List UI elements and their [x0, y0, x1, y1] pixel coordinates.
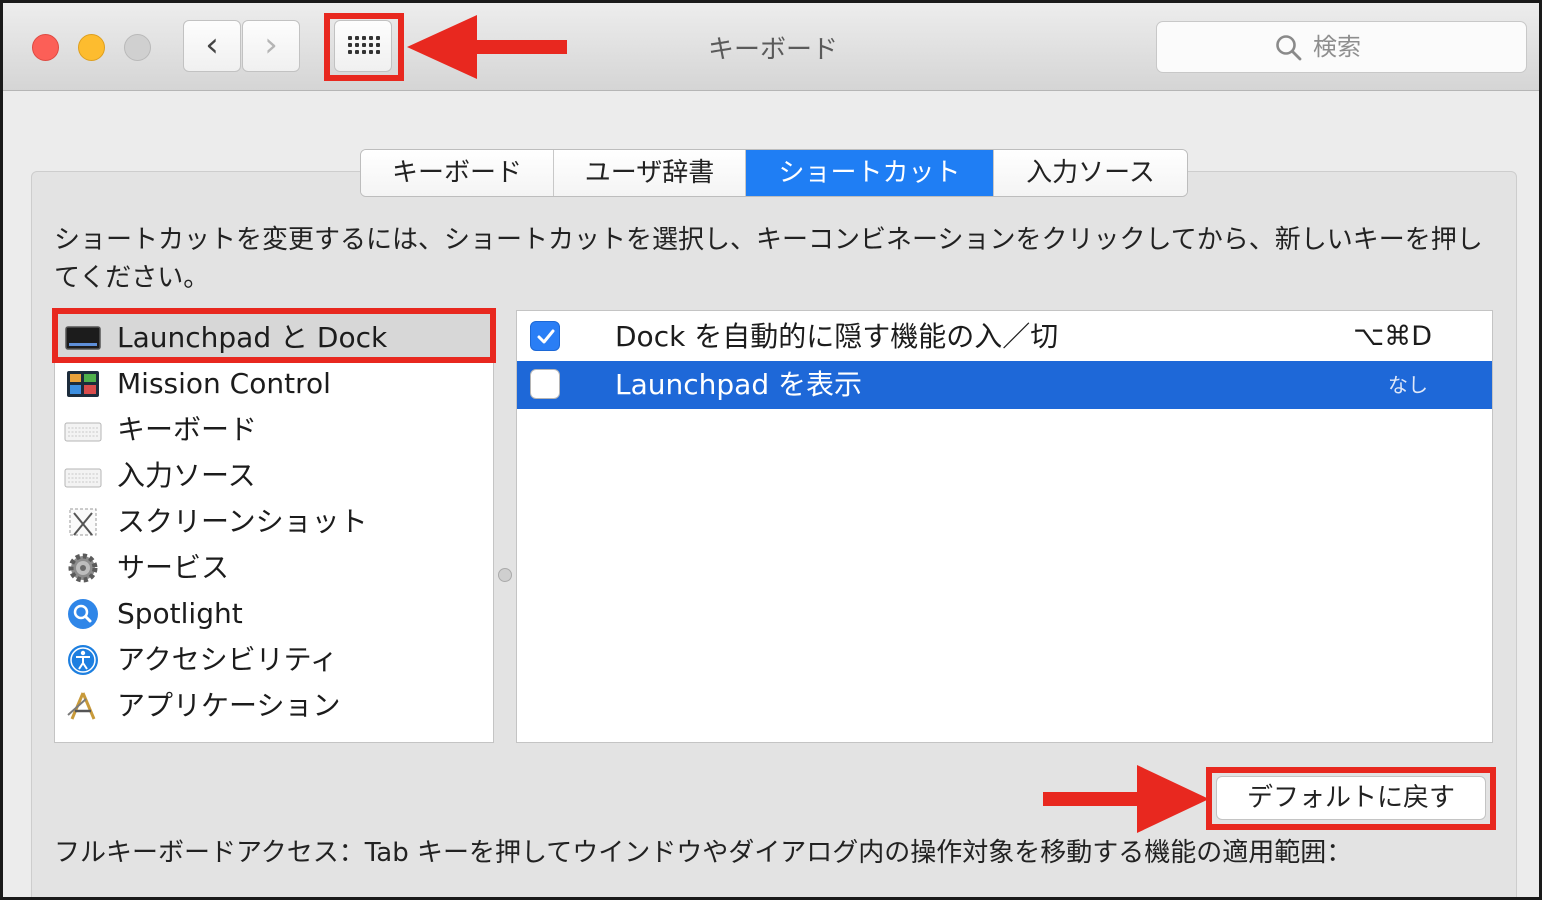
category-accessibility[interactable]: アクセシビリティ [55, 636, 493, 682]
annotation-arrow-default [1043, 765, 1209, 833]
category-screenshots[interactable]: スクリーンショット [55, 498, 493, 544]
tab-user-dictionary[interactable]: ユーザ辞書 [554, 150, 746, 196]
category-input-sources[interactable]: 入力ソース [55, 452, 493, 498]
search-field[interactable] [1156, 21, 1527, 73]
category-label: 入力ソース [117, 459, 256, 492]
split-view-handle[interactable] [498, 568, 512, 582]
shortcut-row-show-launchpad[interactable]: Launchpad を表示 なし [517, 361, 1492, 409]
category-label: サービス [117, 551, 230, 584]
input-source-icon [64, 468, 102, 488]
system-preferences-window: ‹ › キーボード キーボード ユーザ辞書 ショートカット 入力ソース [0, 0, 1542, 900]
annotation-box-grid [324, 13, 404, 81]
instruction-text: ショートカットを変更するには、ショートカットを選択し、キーコンビネーションをクリ… [54, 225, 1483, 293]
full-keyboard-access-label: フルキーボードアクセス：Tab キーを押してウインドウやダイアログ内の操作対象を… [54, 838, 1353, 868]
annotation-arrow-grid [407, 15, 567, 79]
tab-bar: キーボード ユーザ辞書 ショートカット 入力ソース [360, 149, 1188, 197]
shortcut-label: Launchpad を表示 [615, 368, 862, 401]
services-gear-icon [68, 553, 98, 583]
search-input[interactable] [1313, 30, 1513, 64]
window-title: キーボード [707, 35, 838, 65]
category-label: Spotlight [117, 597, 243, 630]
shortcut-category-list[interactable]: Launchpad と Dock Mission Control キーボード 入… [54, 310, 494, 743]
screenshot-icon [69, 508, 97, 536]
close-window-button[interactable] [32, 34, 59, 61]
search-icon [1276, 35, 1302, 61]
accessibility-icon [68, 645, 98, 675]
annotation-box-launchpad-dock [52, 308, 496, 363]
tab-keyboard[interactable]: キーボード [361, 150, 554, 196]
shortcut-row-toggle-dock-hiding[interactable]: Dock を自動的に隠す機能の入／切 ⌥⌘D [517, 313, 1492, 361]
shortcut-enabled-checkbox[interactable] [530, 321, 560, 351]
mission-control-icon [67, 371, 99, 397]
spotlight-icon [68, 599, 98, 629]
category-keyboard[interactable]: キーボード [55, 406, 493, 452]
category-label: アクセシビリティ [117, 643, 338, 676]
keyboard-icon [64, 422, 102, 442]
category-label: スクリーンショット [117, 505, 368, 538]
category-spotlight[interactable]: Spotlight [55, 590, 493, 636]
shortcut-enabled-checkbox[interactable] [530, 369, 560, 399]
category-label: アプリケーション [117, 689, 341, 722]
minimize-window-button[interactable] [78, 34, 105, 61]
tab-input-sources[interactable]: 入力ソース [994, 150, 1187, 196]
category-mission-control[interactable]: Mission Control [55, 360, 493, 406]
applications-icon [67, 692, 96, 720]
category-label: Mission Control [117, 367, 331, 400]
back-button[interactable]: ‹ [183, 20, 241, 72]
annotation-box-restore-defaults [1206, 767, 1496, 830]
zoom-window-button[interactable] [124, 34, 151, 61]
category-services[interactable]: サービス [55, 544, 493, 590]
shortcut-label: Dock を自動的に隠す機能の入／切 [615, 320, 1059, 353]
category-label: キーボード [117, 413, 258, 446]
shortcut-key-combo[interactable]: ⌥⌘D [1353, 317, 1432, 357]
forward-button[interactable]: › [242, 20, 300, 72]
tab-shortcuts[interactable]: ショートカット [746, 150, 994, 196]
title-bar: ‹ › キーボード [3, 3, 1539, 91]
shortcut-table[interactable]: Dock を自動的に隠す機能の入／切 ⌥⌘D Launchpad を表示 なし [516, 310, 1493, 743]
shortcut-key-combo[interactable]: なし [1388, 365, 1428, 405]
category-applications[interactable]: アプリケーション [55, 682, 493, 728]
checkmark-icon [537, 329, 555, 344]
